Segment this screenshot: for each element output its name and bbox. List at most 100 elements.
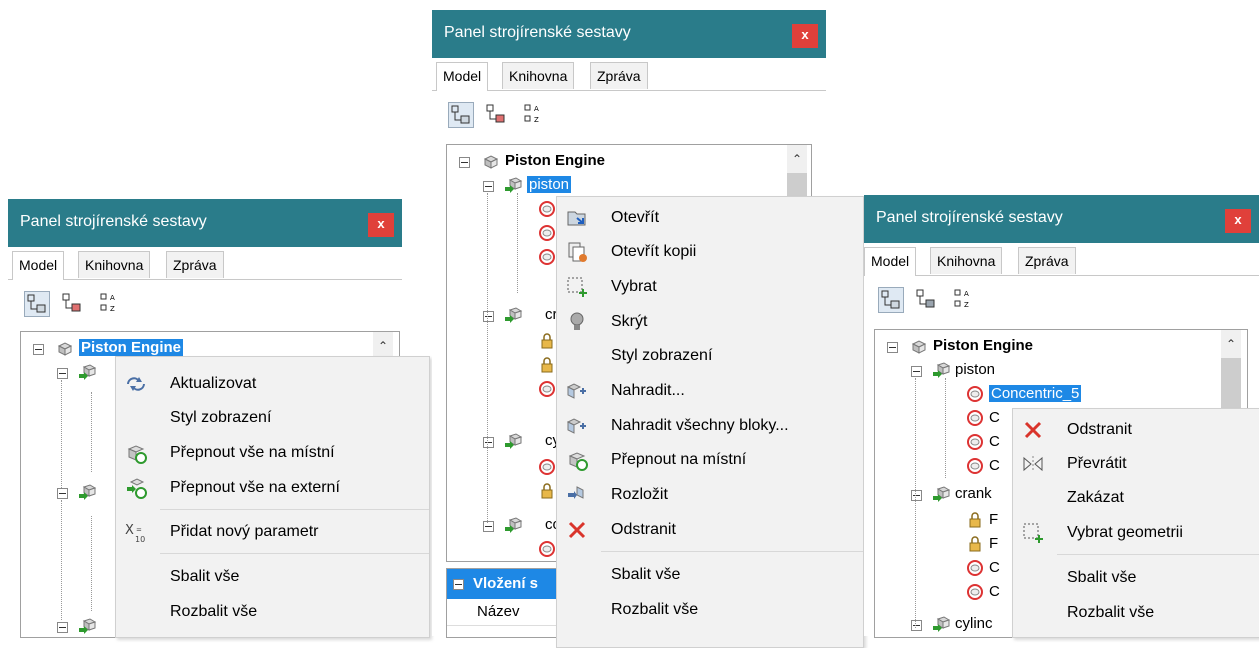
scroll-up-arrow-icon[interactable]: ⌃ [787, 149, 807, 169]
collapse-toggle[interactable] [483, 437, 494, 448]
tree-item-constraint[interactable]: C [989, 431, 1000, 453]
sort-az-icon[interactable]: AZ [522, 102, 546, 126]
panel-titlebar[interactable]: Panel strojírenské sestavy x [8, 199, 402, 247]
menu-item-select[interactable]: Vybrat [557, 270, 863, 304]
tab-report[interactable]: Zpráva [590, 62, 648, 89]
tree-view-icon[interactable] [24, 291, 50, 317]
tab-library[interactable]: Knihovna [930, 247, 1003, 274]
tab-report[interactable]: Zpráva [166, 251, 224, 278]
menu-item-expand-all[interactable]: Rozbalit vše [116, 595, 429, 629]
menu-item-select-geometry[interactable]: Vybrat geometrii [1013, 516, 1259, 550]
collapse-toggle[interactable] [483, 521, 494, 532]
tree-item-label: Concentric_5 [989, 385, 1082, 402]
menu-item-replace[interactable]: Nahradit... [557, 374, 863, 408]
tree-item-fixed[interactable]: F [989, 533, 998, 555]
collapse-toggle[interactable] [911, 490, 922, 501]
tree-view-icon[interactable] [878, 287, 904, 313]
tree-item-label: piston [527, 176, 572, 193]
add-parameter-icon: X =10 [125, 523, 145, 544]
tree-view-dark-icon[interactable] [914, 287, 938, 311]
collapse-toggle[interactable] [57, 368, 68, 379]
part-icon [504, 307, 522, 324]
collapse-toggle[interactable] [57, 622, 68, 633]
constraint-icon [539, 225, 555, 241]
tree-item-fixed[interactable]: F [989, 509, 998, 531]
menu-item-update[interactable]: Aktualizovat [116, 367, 429, 401]
constraint-icon [967, 434, 983, 450]
menu-item-open-copy[interactable]: Otevřít kopii [557, 235, 863, 269]
menu-item-suppress[interactable]: Zakázat [1013, 481, 1259, 515]
tree-item-concentric[interactable]: Concentric_5 [989, 383, 1082, 405]
tree-item-constraint[interactable]: C [989, 581, 1000, 603]
tree-view-icon[interactable] [448, 102, 474, 128]
menu-item-delete[interactable]: Odstranit [1013, 413, 1259, 447]
tab-model[interactable]: Model [864, 247, 917, 276]
constraint-icon [539, 541, 555, 557]
menu-item-switch-local[interactable]: Přepnout na místní [557, 443, 863, 477]
tree-view-red-icon[interactable] [60, 291, 84, 315]
scroll-up-arrow-icon[interactable]: ⌃ [373, 336, 393, 356]
tree-item-piston[interactable]: piston [955, 359, 995, 381]
tab-report[interactable]: Zpráva [1018, 247, 1076, 274]
menu-item-collapse-all[interactable]: Sbalit vše [116, 560, 429, 594]
menu-item-open[interactable]: Otevřít [557, 201, 863, 235]
tree-view-red-icon[interactable] [484, 102, 508, 126]
close-button[interactable]: x [368, 213, 394, 237]
collapse-toggle[interactable] [911, 366, 922, 377]
tab-strip: Model Knihovna Zpráva [432, 62, 826, 91]
tree-item-crankshaft[interactable]: crank [955, 483, 992, 505]
collapse-toggle[interactable] [887, 342, 898, 353]
panel-titlebar[interactable]: Panel strojírenské sestavy x [864, 195, 1259, 243]
collapse-toggle[interactable] [33, 344, 44, 355]
tab-model[interactable]: Model [12, 251, 65, 280]
tree-item-cylinder[interactable]: cylinc [955, 613, 993, 635]
hide-bulb-icon [570, 312, 584, 330]
collapse-toggle[interactable] [453, 579, 464, 590]
panel-titlebar[interactable]: Panel strojírenské sestavy x [432, 10, 826, 58]
menu-item-add-parameter[interactable]: X = 10 Přidat nový parametr [116, 515, 429, 549]
menu-item-collapse-all[interactable]: Sbalit vše [557, 558, 863, 592]
close-button[interactable]: x [792, 24, 818, 48]
menu-item-delete[interactable]: Odstranit [557, 513, 863, 547]
collapse-toggle[interactable] [57, 488, 68, 499]
menu-item-hide[interactable]: Skrýt [557, 305, 863, 339]
collapse-toggle[interactable] [483, 311, 494, 322]
sort-az-icon[interactable]: AZ [952, 287, 976, 311]
scroll-thumb[interactable] [1221, 358, 1241, 408]
tab-library[interactable]: Knihovna [78, 251, 151, 278]
menu-item-expand-all[interactable]: Rozbalit vše [1013, 596, 1259, 630]
collapse-toggle[interactable] [911, 620, 922, 631]
scroll-up-arrow-icon[interactable]: ⌃ [1221, 334, 1241, 354]
collapse-toggle[interactable] [483, 181, 494, 192]
tree-root[interactable]: Piston Engine [505, 150, 605, 172]
menu-item-display-style[interactable]: Styl zobrazení [116, 401, 429, 435]
assembly-panel-right: Panel strojírenské sestavy x Model Kniho… [864, 195, 1259, 638]
constraint-icon [967, 386, 983, 402]
tab-model[interactable]: Model [436, 62, 489, 91]
menu-item-display-style[interactable]: Styl zobrazení [557, 339, 863, 373]
svg-text:A: A [534, 105, 539, 113]
constraint-icon [967, 584, 983, 600]
collapse-toggle[interactable] [459, 157, 470, 168]
svg-text:Z: Z [110, 305, 115, 313]
tree-item-constraint[interactable]: C [989, 455, 1000, 477]
sort-az-icon[interactable]: AZ [98, 291, 122, 315]
close-button[interactable]: x [1225, 209, 1251, 233]
svg-text:A: A [110, 294, 115, 302]
menu-item-replace-all[interactable]: Nahradit všechny bloky... [557, 409, 863, 443]
tab-strip: Model Knihovna Zpráva [864, 247, 1259, 276]
tree-item-constraint[interactable]: C [989, 557, 1000, 579]
tree-root[interactable]: Piston Engine [933, 335, 1033, 357]
tree-item-constraint[interactable]: C [989, 407, 1000, 429]
menu-item-explode[interactable]: Rozložit [557, 478, 863, 512]
menu-item-flip[interactable]: Převrátit [1013, 447, 1259, 481]
tab-library[interactable]: Knihovna [502, 62, 575, 89]
menu-item-collapse-all[interactable]: Sbalit vše [1013, 561, 1259, 595]
menu-item-switch-all-local[interactable]: Přepnout vše na místní [116, 436, 429, 470]
menu-item-switch-all-external[interactable]: Přepnout vše na externí [116, 471, 429, 505]
switch-external-icon [127, 478, 147, 499]
menu-item-expand-all[interactable]: Rozbalit vše [557, 593, 863, 627]
tree-item-piston[interactable]: piston [527, 174, 572, 196]
panel-title: Panel strojírenské sestavy [876, 209, 1063, 226]
part-icon [78, 484, 96, 501]
